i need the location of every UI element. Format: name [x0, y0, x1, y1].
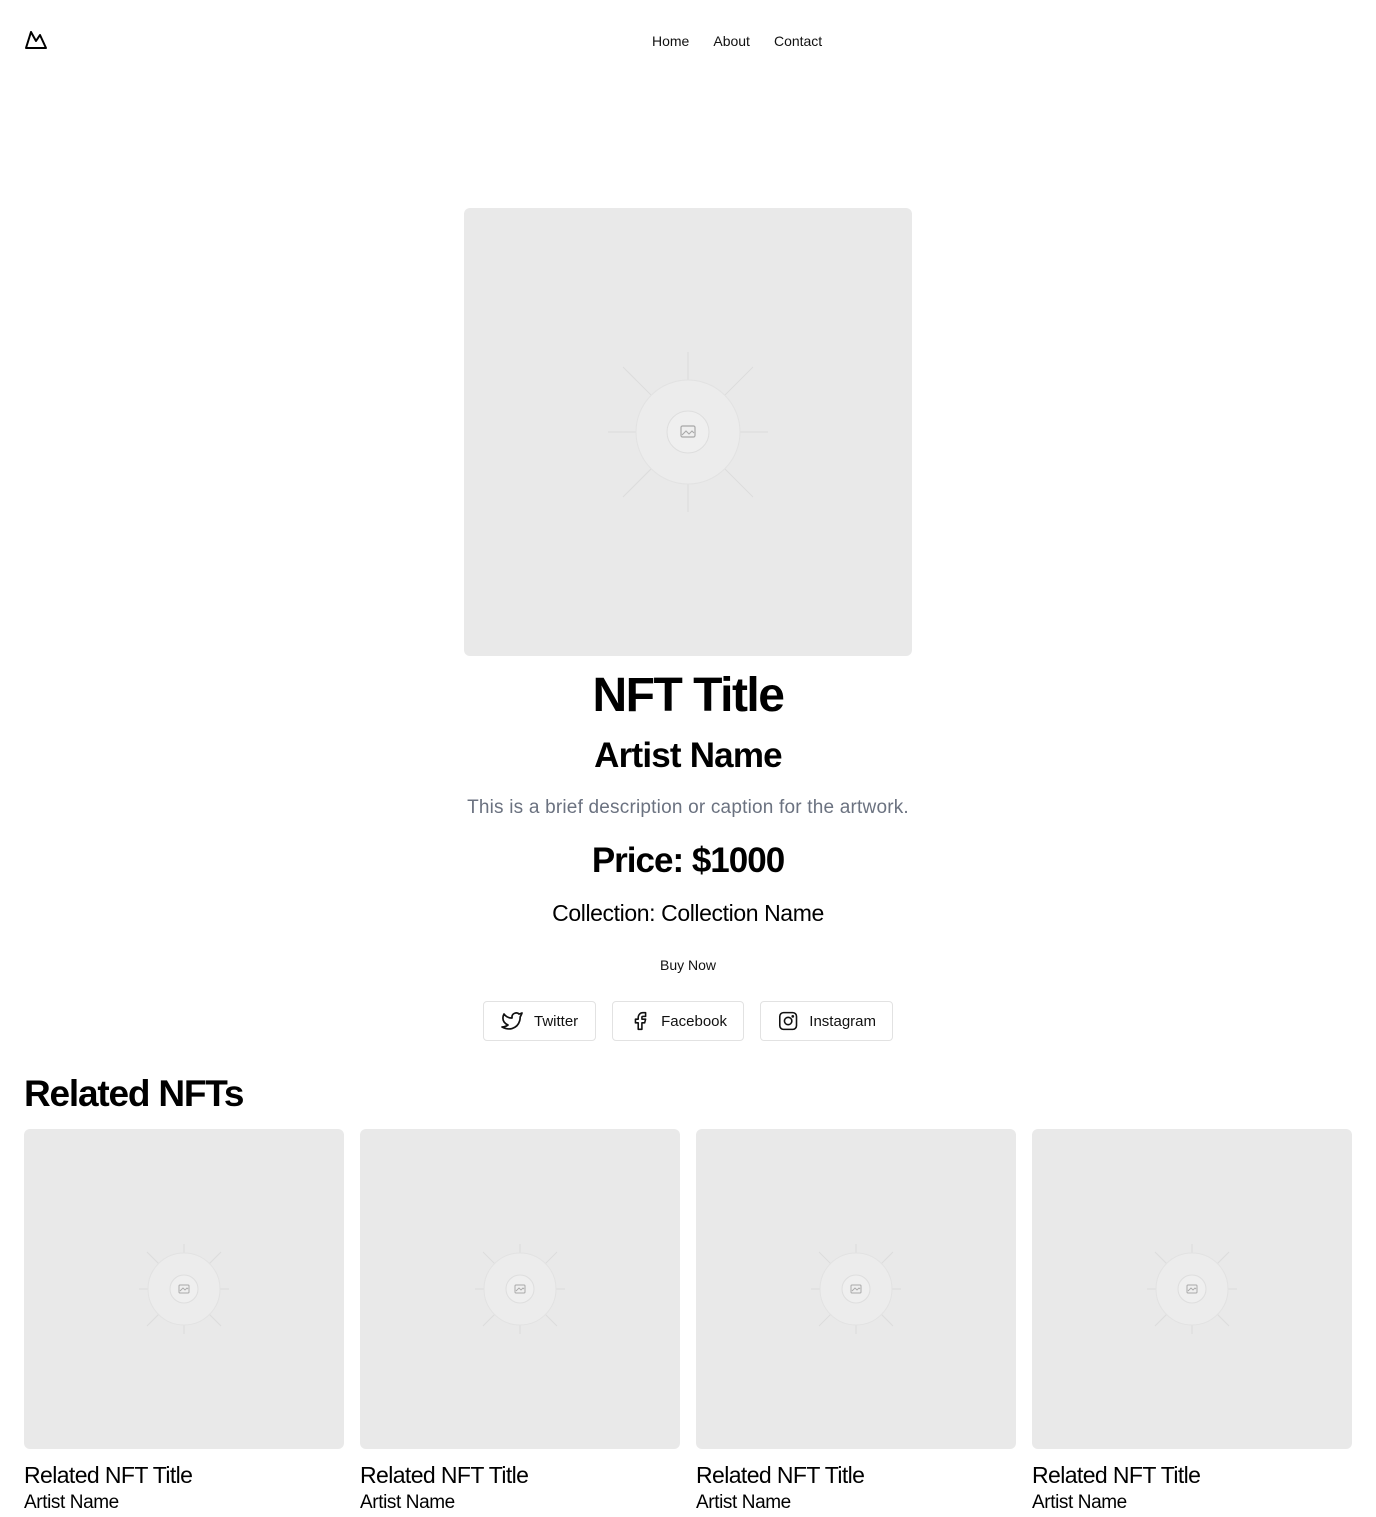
related-nfts-heading: Related NFTs [24, 1073, 244, 1114]
related-nft-title[interactable]: Related NFT Title [696, 1461, 1016, 1489]
facebook-label: Facebook [661, 1012, 727, 1030]
instagram-label: Instagram [809, 1012, 876, 1030]
related-nft-image[interactable] [1032, 1129, 1352, 1449]
image-placeholder-icon [475, 1244, 565, 1334]
nft-collection: Collection: Collection Name [552, 900, 824, 926]
facebook-share-button[interactable]: Facebook [612, 1001, 744, 1041]
image-placeholder-icon [608, 352, 768, 512]
related-nft-artist: Artist Name [360, 1492, 455, 1513]
related-nft-artist: Artist Name [1032, 1492, 1127, 1513]
nft-description: This is a brief description or caption f… [467, 797, 909, 818]
twitter-label: Twitter [534, 1012, 579, 1030]
related-nft-image[interactable] [696, 1129, 1016, 1449]
nft-image [464, 208, 912, 656]
related-nft-card[interactable]: Related NFT Title Artist Name [1032, 1129, 1352, 1515]
nav-home-link[interactable]: Home [640, 30, 701, 52]
facebook-icon [634, 1011, 647, 1031]
related-nft-card[interactable]: Related NFT Title Artist Name [24, 1129, 344, 1515]
related-nft-image[interactable] [360, 1129, 680, 1449]
nav-about-link[interactable]: About [701, 30, 762, 52]
twitter-icon [501, 1012, 523, 1030]
mountain-logo-icon[interactable] [24, 28, 48, 52]
related-nft-artist: Artist Name [696, 1492, 791, 1513]
related-nft-card[interactable]: Related NFT Title Artist Name [696, 1129, 1016, 1515]
image-placeholder-icon [811, 1244, 901, 1334]
main-nav: Home About Contact [640, 30, 834, 52]
nft-title: NFT Title [592, 669, 785, 722]
related-nft-title[interactable]: Related NFT Title [24, 1461, 344, 1489]
related-nft-artist: Artist Name [24, 1492, 119, 1513]
site-header: Home About Contact [0, 0, 1376, 80]
image-placeholder-icon [1147, 1244, 1237, 1334]
related-nft-title[interactable]: Related NFT Title [1032, 1461, 1352, 1489]
twitter-share-button[interactable]: Twitter [483, 1001, 596, 1041]
related-nft-title[interactable]: Related NFT Title [360, 1461, 680, 1489]
nft-artist-name: Artist Name [594, 736, 782, 775]
instagram-share-button[interactable]: Instagram [760, 1001, 893, 1041]
buy-now-button[interactable]: Buy Now [638, 954, 738, 976]
nft-price: Price: $1000 [591, 841, 785, 880]
image-placeholder-icon [139, 1244, 229, 1334]
related-nft-image[interactable] [24, 1129, 344, 1449]
nav-contact-link[interactable]: Contact [762, 30, 834, 52]
related-nft-card[interactable]: Related NFT Title Artist Name [360, 1129, 680, 1515]
instagram-icon [778, 1011, 798, 1031]
